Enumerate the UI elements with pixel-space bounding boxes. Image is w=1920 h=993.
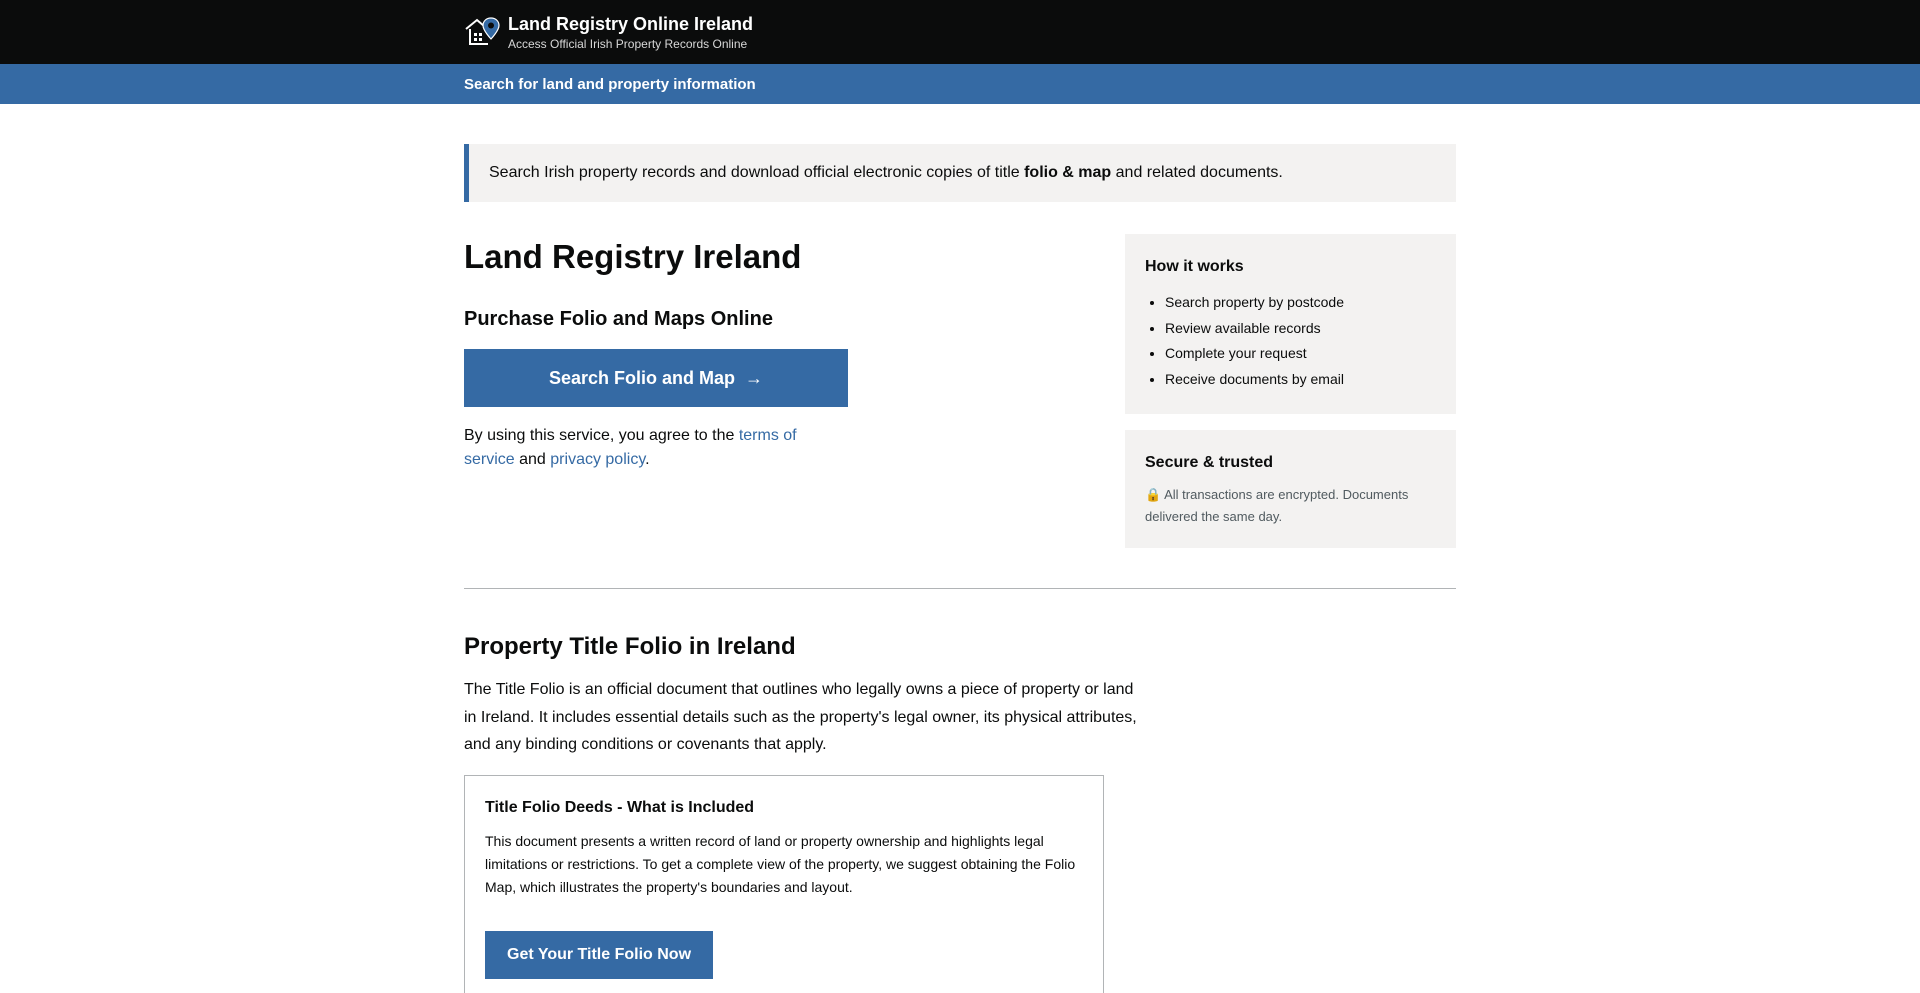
title-folio-section: Property Title Folio in Ireland The Titl… (464, 632, 1456, 993)
terms-middle: and (514, 451, 551, 468)
page-subtitle: Purchase Folio and Maps Online (464, 308, 773, 330)
intro-notice: Search Irish property records and downlo… (464, 144, 1456, 202)
section-divider (464, 588, 1456, 589)
site-subtitle: Access Official Irish Property Records O… (508, 36, 748, 51)
site-title: Land Registry Online Ireland (508, 13, 754, 34)
primary-column: Land Registry Ireland Purchase Folio and… (464, 234, 884, 548)
secure-panel: Secure & trusted 🔒 All transactions are … (1125, 430, 1456, 548)
step-item: Search property by postcode (1165, 292, 1436, 312)
site-header: Land Registry Online Ireland Access Offi… (0, 0, 1920, 64)
terms-prefix: By using this service, you agree to the (464, 427, 739, 444)
two-column-layout: Land Registry Ireland Purchase Folio and… (464, 234, 1456, 548)
section-body: The Title Folio is an official document … (464, 681, 1137, 753)
how-it-works-panel: How it works Search property by postcode… (1125, 234, 1456, 414)
get-title-folio-button[interactable]: Get Your Title Folio Now (485, 930, 714, 979)
card-body: This document presents a written record … (485, 832, 1076, 895)
search-folio-map-label: Search Folio and Map (548, 367, 736, 388)
notice-suffix: and related documents. (1111, 164, 1283, 181)
secure-title: Secure & trusted (1145, 454, 1274, 471)
secure-text: All transactions are encrypted. Document… (1145, 487, 1409, 524)
privacy-policy-link[interactable]: privacy policy (550, 451, 645, 468)
lock-icon: 🔒 (1145, 487, 1162, 502)
step-item: Complete your request (1165, 343, 1436, 363)
brand-text: Land Registry Online Ireland Access Offi… (508, 13, 753, 52)
folio-deeds-card: Title Folio Deeds - What is Included Thi… (464, 774, 1104, 993)
service-nav-link[interactable]: Search for land and property information (464, 76, 756, 93)
sidebar: How it works Search property by postcode… (1125, 234, 1456, 548)
search-folio-map-button[interactable]: Search Folio and Map → (464, 349, 848, 407)
notice-text: Search Irish property records and downlo… (489, 164, 1283, 182)
section-title: Property Title Folio in Ireland (464, 633, 796, 660)
secure-note: 🔒 All transactions are encrypted. Docume… (1145, 484, 1436, 528)
card-title: Title Folio Deeds - What is Included (485, 798, 755, 816)
main-content: Search Irish property records and downlo… (464, 144, 1456, 993)
notice-bold: folio & map (1024, 164, 1112, 181)
notice-prefix: Search Irish property records and downlo… (489, 164, 1025, 181)
brand[interactable]: Land Registry Online Ireland Access Offi… (464, 0, 1456, 64)
service-nav: Search for land and property information (0, 64, 1920, 104)
page-title: Land Registry Ireland (464, 238, 802, 275)
step-item: Receive documents by email (1165, 369, 1436, 389)
arrow-right-icon: → (745, 367, 764, 388)
step-item: Review available records (1165, 318, 1436, 338)
terms-suffix: . (645, 451, 650, 468)
steps-list: Search property by postcode Review avail… (1145, 292, 1436, 389)
terms-text: By using this service, you agree to the … (464, 424, 848, 472)
how-it-works-title: How it works (1145, 258, 1244, 275)
house-location-pin-icon (465, 17, 500, 45)
